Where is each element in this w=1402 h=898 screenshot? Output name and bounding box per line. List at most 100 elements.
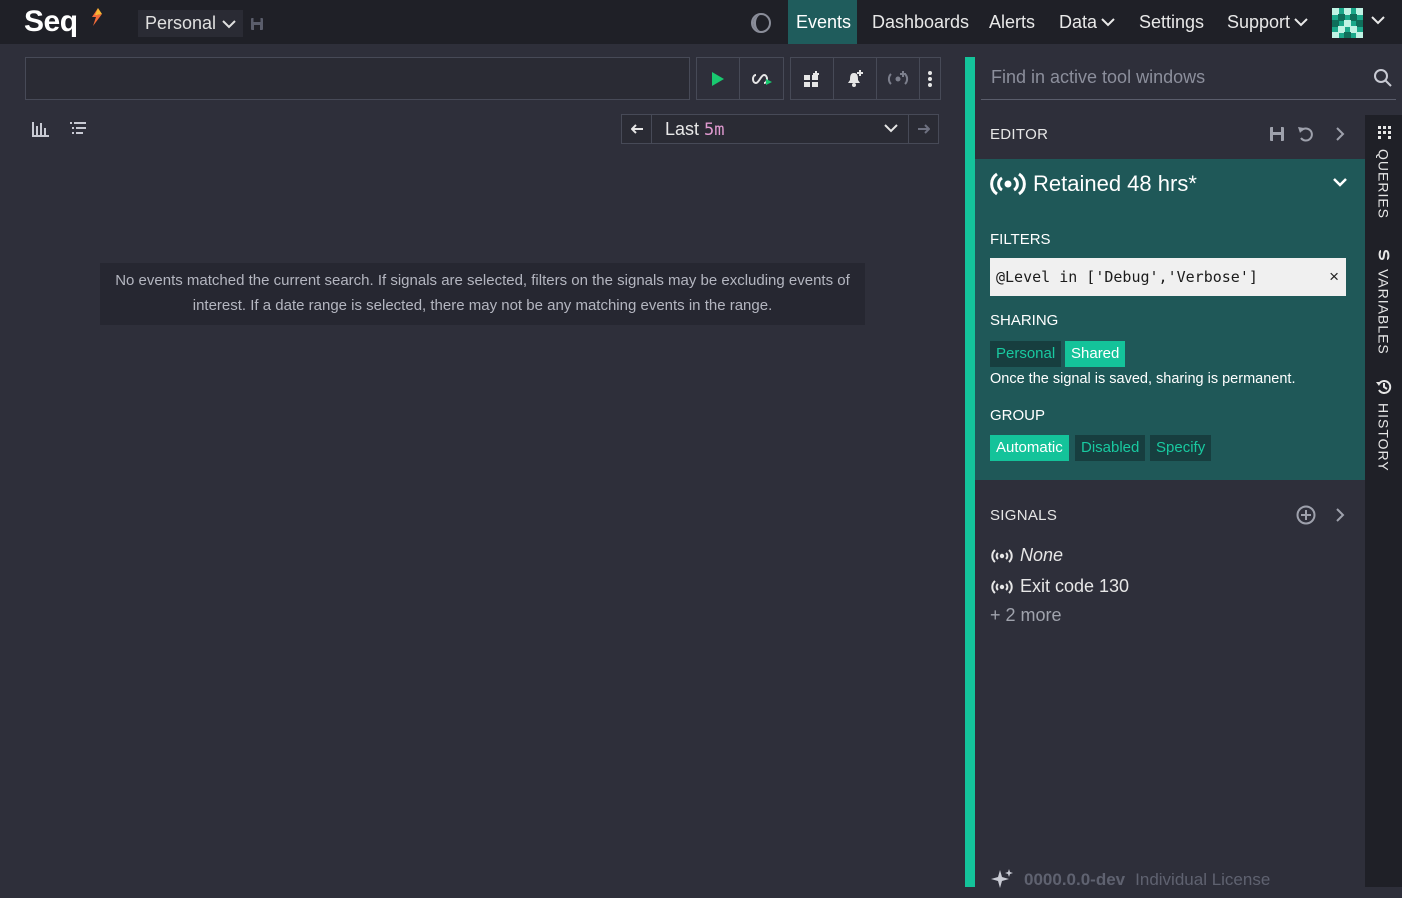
tab-history[interactable]: HISTORY	[1365, 379, 1402, 472]
add-to-dashboard-button[interactable]	[791, 58, 834, 99]
signal-item[interactable]: None	[990, 545, 1063, 566]
infinity-play-icon	[751, 73, 772, 85]
workspace-select[interactable]: Personal	[138, 10, 244, 37]
editor-title: EDITOR	[990, 126, 1049, 143]
bell-add-icon	[848, 69, 863, 87]
nav-events-label: Events	[796, 11, 852, 32]
group-disabled-option[interactable]: Disabled	[1075, 435, 1146, 461]
signal-icon	[991, 548, 1013, 563]
tab-queries[interactable]: QUERIES	[1365, 125, 1402, 219]
signal-add-icon	[887, 70, 909, 85]
filter-input[interactable]: @Level in ['Debug','Verbose'] ×	[990, 258, 1346, 296]
tool-window-rail: QUERIES VARIABLES HISTORY	[1365, 115, 1402, 887]
sharing-options: Personal Shared	[990, 341, 1290, 367]
nav-dashboards[interactable]: Dashboards	[864, 0, 977, 44]
chevron-right-icon[interactable]	[1335, 508, 1345, 522]
license-label: Individual License	[1135, 870, 1271, 889]
save-workspace-icon[interactable]	[250, 17, 264, 31]
empty-results-message: No events matched the current search. If…	[100, 263, 865, 325]
sharing-title: SHARING	[990, 312, 1059, 329]
list-view-icon[interactable]	[69, 120, 87, 138]
chevron-down-icon[interactable]	[1371, 15, 1385, 25]
signal-icon	[990, 172, 1026, 196]
add-alert-button[interactable]	[834, 58, 877, 99]
tab-variables-label: VARIABLES	[1375, 269, 1392, 355]
find-placeholder: Find in active tool windows	[991, 67, 1206, 87]
dashboard-add-icon	[804, 70, 819, 87]
nav-dashboards-label: Dashboards	[872, 11, 970, 32]
top-nav-bar: Seq Personal Events Dashboards Alerts Da…	[0, 0, 1402, 44]
signal-name: Retained 48 hrs*	[1033, 171, 1197, 196]
seq-logo[interactable]: Seq	[24, 5, 78, 39]
tab-queries-label: QUERIES	[1375, 149, 1392, 220]
signals-title: SIGNALS	[990, 507, 1058, 524]
nav-data[interactable]: Data	[1051, 0, 1123, 44]
footer: 0000.0.0-dev Individual License	[990, 868, 1270, 892]
chevron-down-icon	[1101, 18, 1115, 27]
signal-item[interactable]: Exit code 130	[990, 576, 1129, 597]
range-back-button[interactable]	[621, 114, 652, 144]
range-value: 5m	[704, 120, 725, 140]
nav-alerts[interactable]: Alerts	[981, 0, 1043, 44]
more-options-button[interactable]	[920, 58, 940, 99]
nav-settings[interactable]: Settings	[1131, 0, 1212, 44]
sharing-note: Once the signal is saved, sharing is per…	[990, 371, 1296, 387]
kebab-menu-icon	[928, 70, 932, 87]
tab-variables[interactable]: VARIABLES	[1365, 249, 1402, 355]
version-label: 0000.0.0-dev	[1024, 870, 1126, 889]
clear-filter-button[interactable]: ×	[1329, 258, 1339, 296]
dollar-icon	[1378, 249, 1389, 261]
arrow-left-icon	[630, 124, 643, 134]
theme-toggle-icon[interactable]	[750, 12, 772, 34]
tail-button[interactable]	[740, 58, 783, 99]
chevron-down-icon	[1294, 18, 1308, 27]
workspace-label: Personal	[145, 13, 217, 33]
history-icon	[1375, 380, 1391, 394]
filters-title: FILTERS	[990, 231, 1051, 248]
chevron-down-icon	[884, 124, 898, 133]
signal-title[interactable]: Retained 48 hrs*	[989, 171, 1197, 197]
search-icon[interactable]	[1373, 68, 1393, 88]
add-signal-icon[interactable]	[1296, 505, 1316, 525]
group-title: GROUP	[990, 407, 1046, 424]
nav-data-label: Data	[1059, 11, 1098, 32]
chevron-right-icon[interactable]	[1335, 127, 1345, 141]
group-automatic-option[interactable]: Automatic	[990, 435, 1069, 461]
filter-value: @Level in ['Debug','Verbose']	[996, 268, 1258, 286]
signal-item-label: Exit code 130	[1020, 576, 1130, 596]
signal-icon	[991, 579, 1013, 594]
run-button-group	[696, 57, 784, 100]
arrow-right-icon	[917, 124, 930, 134]
run-query-button[interactable]	[697, 58, 740, 99]
nav-support-label: Support	[1227, 11, 1291, 32]
date-range-select[interactable]: Last 5m	[652, 114, 908, 144]
nav-events[interactable]: Events	[788, 0, 857, 44]
group-specify-option[interactable]: Specify	[1150, 435, 1212, 461]
chart-view-icon[interactable]	[31, 120, 49, 138]
flame-icon	[92, 8, 102, 26]
grid-dots-icon	[1377, 126, 1391, 139]
add-signal-button[interactable]	[877, 58, 920, 99]
group-options: Automatic Disabled Specify	[990, 435, 1290, 461]
nav-alerts-label: Alerts	[989, 11, 1036, 32]
tools-button-group	[790, 57, 941, 100]
sharing-personal-option[interactable]: Personal	[990, 341, 1062, 367]
nav-settings-label: Settings	[1139, 11, 1205, 32]
signal-item-label: None	[1020, 545, 1064, 565]
panel-accent-bar	[965, 57, 975, 887]
user-avatar[interactable]	[1332, 8, 1363, 38]
sparkle-icon	[991, 869, 1013, 888]
find-in-tools-input[interactable]: Find in active tool windows	[981, 57, 1396, 100]
search-input[interactable]	[25, 57, 690, 100]
undo-icon[interactable]	[1297, 125, 1315, 143]
play-icon	[712, 71, 724, 86]
chevron-down-icon[interactable]	[1333, 177, 1347, 187]
signal-editor-card: Retained 48 hrs* FILTERS @Level in ['Deb…	[975, 159, 1365, 480]
nav-support[interactable]: Support	[1219, 0, 1316, 44]
sharing-shared-option[interactable]: Shared	[1065, 341, 1126, 367]
more-signals-link[interactable]: + 2 more	[990, 605, 1062, 626]
chevron-down-icon	[222, 19, 236, 28]
range-forward-button[interactable]	[908, 114, 939, 144]
range-label: Last	[665, 119, 700, 139]
save-icon[interactable]	[1269, 126, 1285, 142]
